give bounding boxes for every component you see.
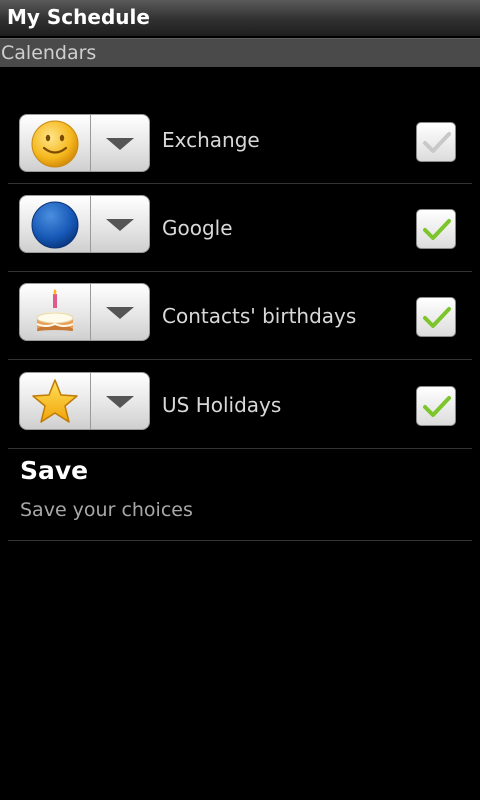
check-icon: [423, 307, 451, 328]
calendar-name: Contacts' birthdays: [162, 304, 357, 328]
row-divider: [8, 540, 472, 541]
star-icon: [32, 379, 78, 423]
calendar-checkbox[interactable]: [416, 209, 456, 249]
dropdown-arrow-icon: [106, 396, 134, 408]
dropdown-arrow-icon: [106, 138, 134, 150]
blue-circle-icon: [31, 201, 79, 249]
row-divider: [8, 448, 472, 449]
calendar-checkbox[interactable]: [416, 297, 456, 337]
save-subtitle: Save your choices: [20, 499, 193, 521]
section-header: Calendars: [0, 38, 480, 67]
calendar-checkbox[interactable]: [416, 386, 456, 426]
row-divider: [8, 359, 472, 360]
title-bar: My Schedule: [0, 0, 480, 37]
save-preference[interactable]: Save Save your choices: [8, 450, 472, 541]
icon-spinner[interactable]: [19, 195, 150, 253]
calendar-name: Exchange: [162, 128, 260, 152]
calendar-checkbox[interactable]: [416, 122, 456, 162]
icon-spinner[interactable]: [19, 114, 150, 172]
calendar-row-exchange[interactable]: Exchange: [8, 96, 472, 184]
birthday-cake-icon: [33, 289, 77, 336]
check-icon: [423, 132, 451, 153]
dropdown-arrow-icon: [106, 219, 134, 231]
app-title: My Schedule: [7, 5, 150, 29]
save-title: Save: [20, 456, 89, 485]
calendar-row-google[interactable]: Google: [8, 184, 472, 272]
smiley-icon: [31, 120, 79, 168]
icon-spinner[interactable]: [19, 372, 150, 430]
calendar-name: Google: [162, 216, 233, 240]
icon-spinner[interactable]: [19, 283, 150, 341]
calendar-row-us-holidays[interactable]: US Holidays: [8, 361, 472, 449]
check-icon: [423, 396, 451, 417]
calendar-row-birthdays[interactable]: Contacts' birthdays: [8, 272, 472, 360]
check-icon: [423, 219, 451, 240]
dropdown-arrow-icon: [106, 307, 134, 319]
calendar-name: US Holidays: [162, 393, 282, 417]
section-header-label: Calendars: [1, 42, 97, 64]
